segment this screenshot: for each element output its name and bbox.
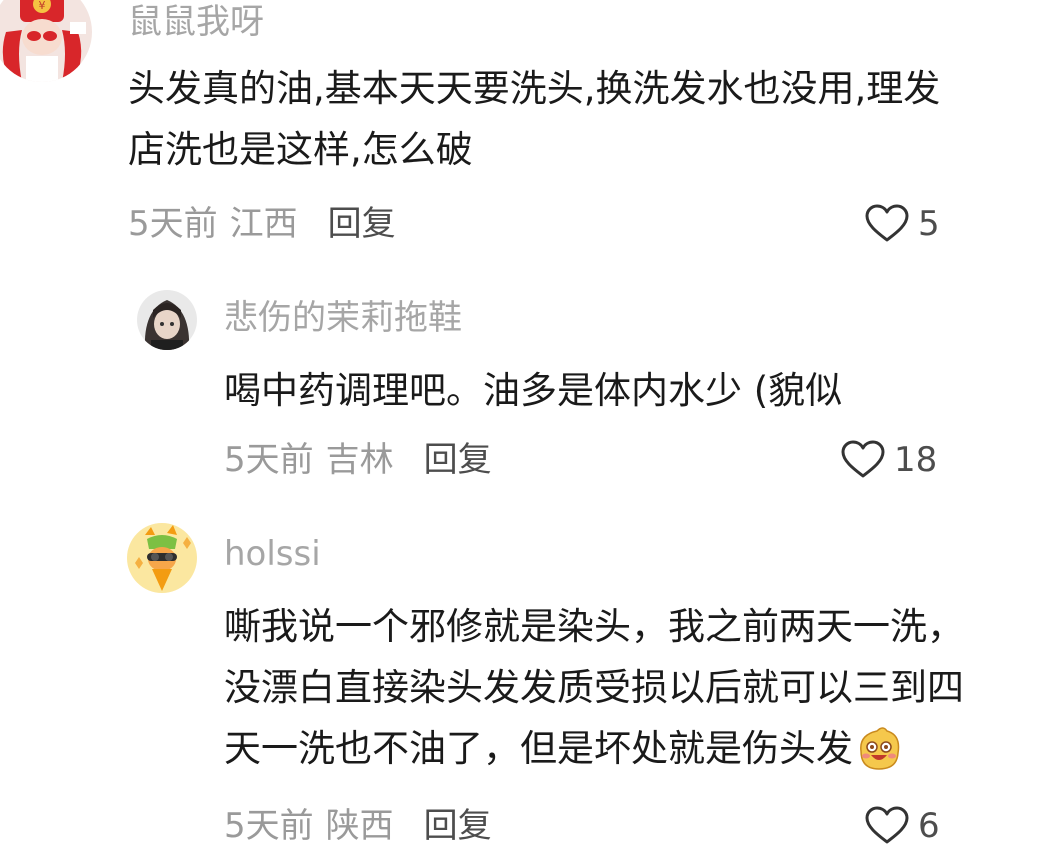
reply-button[interactable]: 回复: [424, 806, 492, 846]
username[interactable]: holssi: [224, 534, 321, 574]
heart-icon: [865, 204, 909, 242]
comment-meta: 5天前 陕西 回复: [224, 806, 492, 846]
comment-text: 头发真的油,基本天天要洗头,换洗发水也没用,理发 店洗也是这样,怎么破: [128, 58, 940, 180]
comment-text-line: 喝中药调理吧。油多是体内水少 (貌似: [224, 369, 843, 412]
comment-location: 吉林: [325, 440, 394, 480]
reply-button[interactable]: 回复: [424, 440, 492, 480]
carrot-cartoon-avatar-icon: [127, 523, 197, 593]
comment-text-line: 天一洗也不油了，但是坏处就是伤头发: [224, 718, 964, 779]
comment-time: 5天前: [224, 806, 314, 846]
like-button[interactable]: 18: [840, 440, 937, 480]
comment-location: 江西: [229, 204, 298, 244]
like-button[interactable]: 5: [864, 204, 940, 244]
comment-meta: 5天前 江西 回复: [128, 204, 396, 244]
like-count: 5: [918, 204, 940, 244]
svg-text:¥: ¥: [39, 0, 46, 12]
dark-hair-girl-avatar-icon: [137, 290, 197, 350]
like-button[interactable]: 6: [864, 806, 940, 846]
comment-location: 陕西: [325, 806, 394, 846]
reply-button[interactable]: 回复: [328, 204, 396, 244]
comment-text-line: 头发真的油,基本天天要洗头,换洗发水也没用,理发: [128, 67, 941, 110]
user-avatar[interactable]: ¥: [0, 0, 92, 82]
comment-text-segment: 天一洗也不油了，但是坏处就是伤头发: [224, 727, 853, 770]
heart-icon: [865, 806, 909, 844]
heart-icon: [841, 440, 885, 478]
comment-text: 嘶我说一个邪修就是染头，我之前两天一洗， 没漂白直接染头发发质受损以后就可以三到…: [224, 596, 964, 779]
red-hat-girl-avatar-icon: ¥: [0, 0, 92, 82]
username[interactable]: 悲伤的茉莉拖鞋: [224, 298, 462, 338]
comment-text-line: 嘶我说一个邪修就是染头，我之前两天一洗，: [224, 605, 964, 648]
like-count: 18: [894, 440, 938, 480]
user-avatar[interactable]: [137, 290, 197, 350]
username[interactable]: 鼠鼠我呀: [128, 2, 264, 42]
grinning-blush-emoji-icon: [860, 727, 900, 770]
comment-time: 5天前: [224, 440, 314, 480]
user-avatar[interactable]: [127, 523, 197, 593]
like-count: 6: [918, 806, 940, 846]
comment-meta: 5天前 吉林 回复: [224, 440, 492, 480]
comment-text-line: 店洗也是这样,怎么破: [128, 128, 473, 171]
comment-list: ¥ 鼠鼠我呀 头发真的油,基本天天要洗头,换洗发水也没用,理发 店洗也是这样,怎…: [0, 0, 1050, 862]
comment-text-line: 没漂白直接染头发发质受损以后就可以三到四: [224, 666, 964, 709]
comment-text: 喝中药调理吧。油多是体内水少 (貌似: [224, 360, 842, 421]
comment-time: 5天前: [128, 204, 218, 244]
